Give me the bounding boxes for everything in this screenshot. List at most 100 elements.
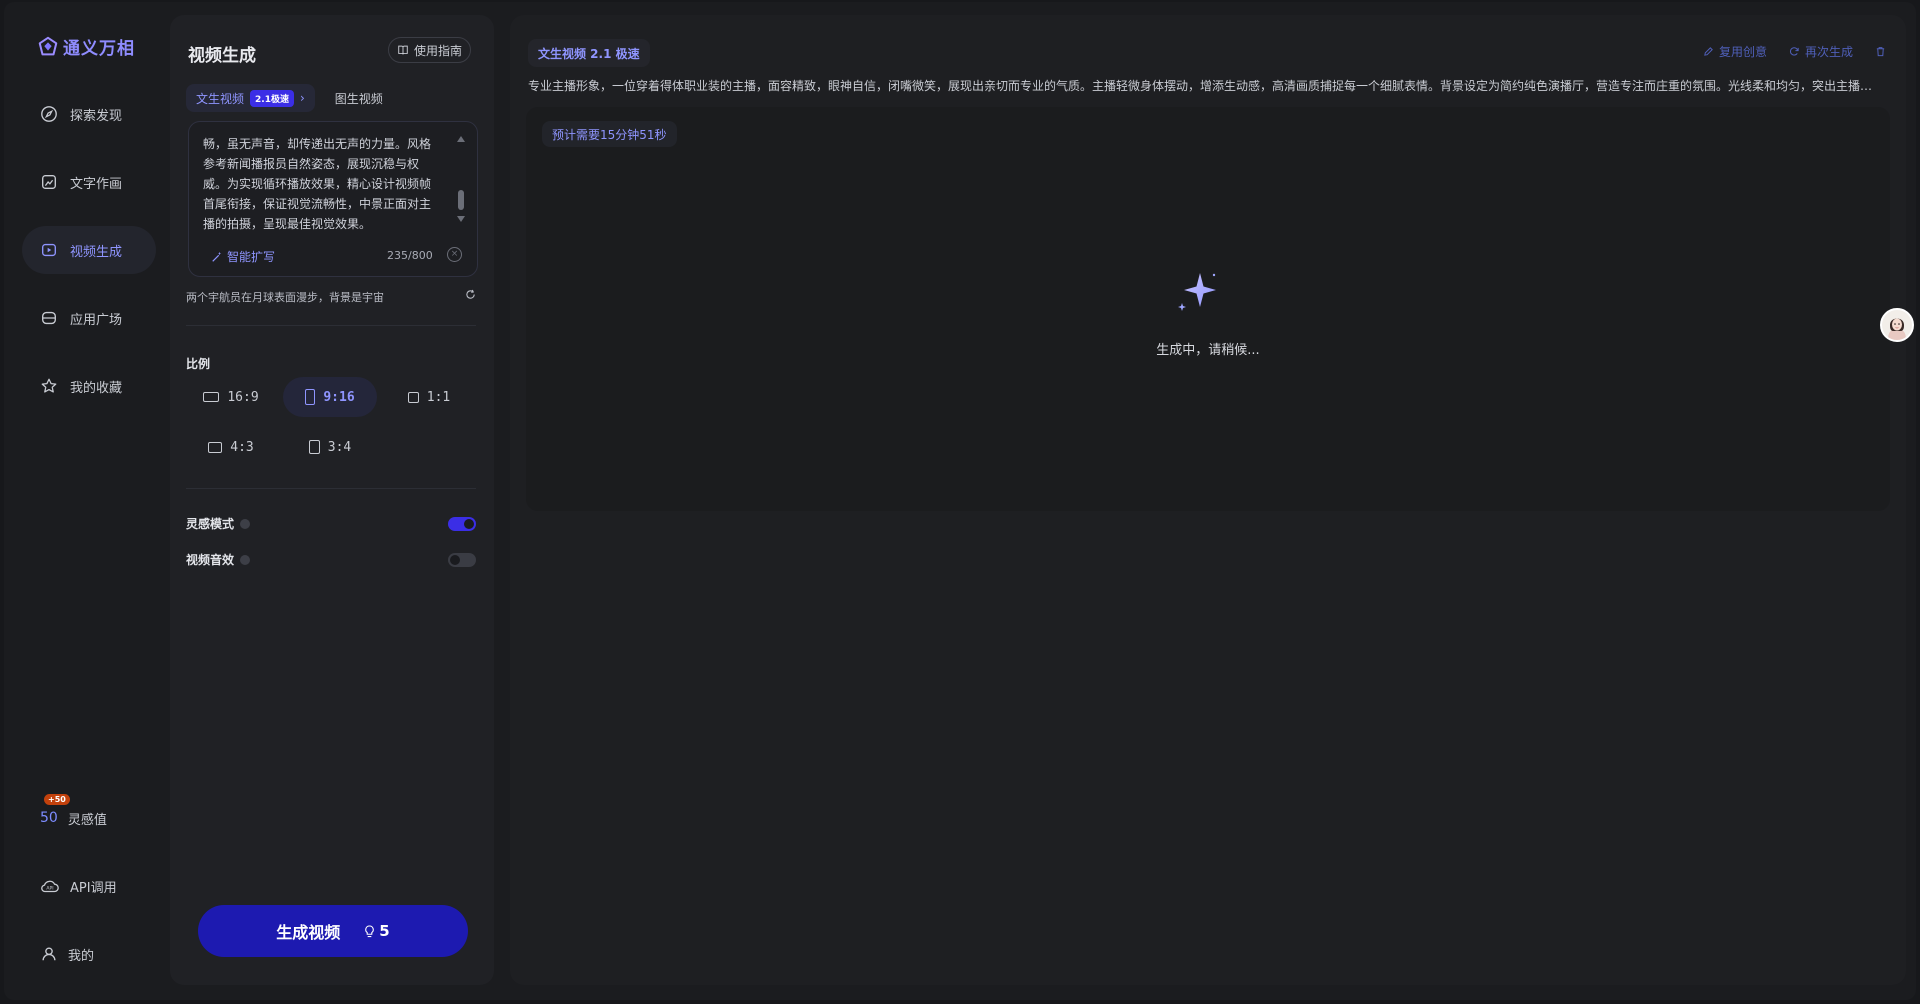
inspiration-points[interactable]: +50 50 灵感值: [22, 794, 156, 840]
svg-text:API: API: [46, 886, 53, 892]
prompt-textarea[interactable]: 畅，虽无声音，却传递出无声的力量。风格参考新闻播报员自然姿态，展现沉稳与权威。为…: [203, 134, 441, 234]
cost-value: 5: [379, 922, 390, 940]
video-preview: 预计需要15分钟51秒 生成中，请稍候...: [526, 107, 1890, 511]
apps-icon: [42, 311, 56, 325]
ratio-portrait-icon: [305, 389, 316, 405]
divider: [186, 325, 476, 326]
prompt-input-box[interactable]: 畅，虽无声音，却传递出无声的力量。风格参考新闻播报员自然姿态，展现沉稳与权威。为…: [188, 121, 478, 277]
ratio-label: 4:3: [230, 439, 254, 455]
info-icon[interactable]: [240, 554, 251, 565]
toggle-knob: [464, 518, 474, 529]
sidebar-item-apps[interactable]: 应用广场: [22, 294, 156, 342]
ratio-label: 9:16: [323, 389, 355, 405]
sound-effect-toggle[interactable]: [448, 552, 476, 567]
suggestion-text[interactable]: 两个宇航员在月球表面漫步，背景是宇宙: [186, 289, 384, 305]
inspiration-label: 灵感值: [67, 812, 107, 828]
scroll-thumb[interactable]: [458, 190, 464, 210]
tab-image-to-video[interactable]: 图生视频: [335, 90, 383, 107]
sidebar-nav: 通义万相 探索发现 文字作画 视频生成 应用广场 我的收藏 +50 50 灵感值…: [4, 2, 171, 1000]
model-badge: 2.1极速: [250, 89, 294, 107]
sidebar-item-label: 视频生成: [70, 244, 123, 260]
smart-expand-button[interactable]: 智能扩写: [211, 248, 275, 265]
task-prompt: 专业主播形象，一位穿着得体职业装的主播，面容精致，眼神自信，闭嘴微笑，展现出亲切…: [528, 79, 1884, 93]
toggle-text: 灵感模式: [186, 517, 235, 531]
tab-text-to-video[interactable]: 文生视频 2.1极速 ›: [186, 84, 315, 112]
ratio-9-16[interactable]: 9:16: [283, 377, 377, 417]
video-play-icon: [42, 243, 56, 257]
smart-expand-label: 智能扩写: [227, 250, 276, 264]
sidebar-item-label: 我的收藏: [70, 380, 123, 396]
trash-icon[interactable]: [1875, 46, 1886, 57]
logo[interactable]: 通义万相: [37, 34, 135, 59]
ratio-16-9[interactable]: 16:9: [184, 377, 278, 417]
assistant-avatar[interactable]: [1880, 308, 1914, 342]
pencil-icon: [1704, 47, 1713, 56]
eta-badge: 预计需要15分钟51秒: [542, 121, 677, 147]
profile-label: 我的: [68, 948, 95, 964]
magic-wand-icon: [212, 251, 222, 262]
sidebar-item-favorites[interactable]: 我的收藏: [22, 362, 156, 410]
api-label: API调用: [70, 880, 117, 896]
sidebar-item-label: 探索发现: [70, 108, 123, 124]
guide-button[interactable]: 使用指南: [388, 37, 472, 63]
tab-label: 文生视频: [196, 91, 245, 106]
sidebar-item-text-to-image[interactable]: 文字作画: [22, 158, 156, 206]
sound-effect-row: 视频音效: [186, 551, 476, 568]
ratio-label: 3:4: [327, 439, 352, 455]
task-model-tag: 文生视频 2.1 极速: [528, 39, 650, 67]
generate-video-button[interactable]: 生成视频 5: [198, 905, 468, 957]
sidebar-item-profile[interactable]: 我的: [22, 932, 156, 976]
inspiration-mode-toggle[interactable]: [448, 516, 476, 531]
sidebar-item-video[interactable]: 视频生成: [22, 226, 156, 274]
avatar-portrait-icon: [1882, 310, 1912, 340]
inspiration-mode-row: 灵感模式: [186, 515, 476, 532]
action-label: 复用创意: [1718, 45, 1767, 59]
redo-icon: [1789, 47, 1799, 56]
info-icon[interactable]: [240, 518, 251, 529]
ratio-4-3[interactable]: 4:3: [184, 427, 278, 467]
sidebar-item-api[interactable]: API API调用: [22, 864, 156, 908]
refresh-icon[interactable]: [465, 289, 476, 300]
ratio-3-4[interactable]: 3:4: [283, 427, 377, 467]
star-icon: [41, 378, 57, 393]
toggle-text: 视频音效: [186, 553, 235, 567]
generate-label: 生成视频: [276, 923, 341, 942]
ratio-landscape-icon: [203, 392, 220, 402]
prompt-scrollbar[interactable]: [457, 136, 465, 222]
generation-status: 生成中，请稍候...: [1156, 343, 1260, 358]
compass-icon: [41, 106, 57, 122]
generate-cost: 5: [364, 922, 390, 940]
sidebar-item-explore[interactable]: 探索发现: [22, 90, 156, 138]
cloud-api-icon: API: [41, 880, 59, 893]
clear-icon[interactable]: ×: [447, 247, 462, 262]
user-icon: [42, 947, 56, 961]
result-area: 文生视频 2.1 极速 复用创意 再次生成 专业主播形象，一位穿着得体职业装的主…: [510, 15, 1906, 985]
brand-name: 通义万相: [63, 39, 135, 59]
divider: [186, 488, 476, 489]
prompt-suggestion[interactable]: 两个宇航员在月球表面漫步，背景是宇宙: [186, 289, 476, 305]
toggle-knob: [450, 554, 460, 565]
sidebar-item-label: 应用广场: [70, 312, 123, 328]
ratio-section-label: 比例: [186, 357, 211, 371]
action-label: 再次生成: [1804, 45, 1853, 59]
sound-effect-label: 视频音效: [186, 551, 251, 568]
regenerate-button[interactable]: 再次生成: [1789, 43, 1853, 60]
ratio-1-1[interactable]: 1:1: [382, 377, 476, 417]
image-edit-icon: [42, 175, 56, 189]
logo-mark-icon: [38, 36, 58, 55]
lightbulb-icon: [365, 924, 375, 937]
inspiration-badge: +50: [44, 794, 70, 805]
ratio-label: 16:9: [227, 389, 259, 405]
inspiration-value: +50 50: [40, 794, 70, 826]
scroll-down-icon[interactable]: [457, 216, 465, 222]
settings-panel: 视频生成 使用指南 文生视频 2.1极速 › 图生视频 畅，虽无声音，却传递出无…: [170, 15, 494, 985]
mode-tabs: 文生视频 2.1极速 › 图生视频: [186, 84, 383, 112]
app-window: 通义万相 探索发现 文字作画 视频生成 应用广场 我的收藏 +50 50 灵感值…: [4, 2, 1916, 1000]
inspiration-mode-label: 灵感模式: [186, 515, 251, 532]
ratio-square-icon: [407, 391, 419, 403]
scroll-up-icon[interactable]: [457, 136, 465, 142]
guide-label: 使用指南: [414, 43, 463, 58]
sidebar-item-label: 文字作画: [70, 176, 123, 192]
reuse-idea-button[interactable]: 复用创意: [1703, 43, 1767, 60]
book-icon: [398, 45, 408, 55]
